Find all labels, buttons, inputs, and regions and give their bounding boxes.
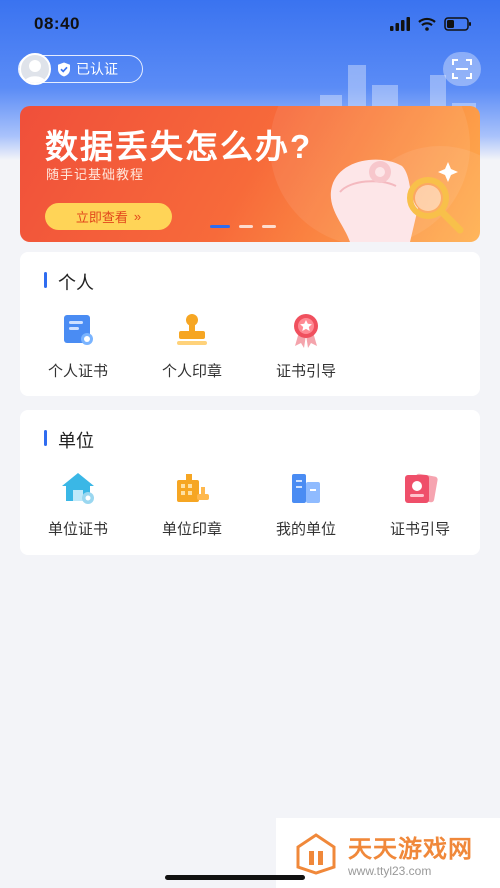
watermark-title: 天天游戏网 xyxy=(348,835,473,863)
status-icons xyxy=(390,17,472,31)
grid-item-label: 单位证书 xyxy=(47,521,108,538)
watermark-house-icon xyxy=(296,833,336,875)
section-title-organization: 单位 xyxy=(44,427,94,453)
house-certificate-icon xyxy=(58,468,98,508)
stamp-icon xyxy=(172,310,212,350)
organization-section: 单位 单位证书 单位印章 我的单位 证书引导 xyxy=(20,410,480,555)
scan-icon xyxy=(452,59,472,79)
buildings-icon xyxy=(286,468,326,508)
scan-button[interactable] xyxy=(443,52,481,86)
carousel-dot[interactable] xyxy=(210,225,230,228)
banner-cta-label: 立即查看 xyxy=(75,210,128,225)
banner-cta-button[interactable]: 立即查看 » xyxy=(45,203,172,230)
user-verified-pill[interactable]: 已认证 xyxy=(18,53,143,85)
grid-item-my-organization[interactable]: 我的单位 xyxy=(256,468,356,539)
carousel-dot[interactable] xyxy=(262,225,276,228)
status-bar: 08:40 xyxy=(0,0,500,48)
watermark-url: www.ttyl23.com xyxy=(348,863,432,878)
home-indicator[interactable] xyxy=(165,875,305,880)
carousel-dot[interactable] xyxy=(239,225,253,228)
signal-icon xyxy=(390,17,410,31)
user-avatar-icon xyxy=(24,60,46,83)
banner-title: 数据丢失怎么办? xyxy=(45,128,313,165)
grid-item-label: 个人印章 xyxy=(161,363,222,380)
verified-shield-icon xyxy=(58,62,70,76)
grid-item-org-guide[interactable]: 证书引导 xyxy=(370,468,470,539)
grid-item-personal-stamp[interactable]: 个人印章 xyxy=(142,310,242,381)
status-time: 08:40 xyxy=(34,14,80,33)
grid-item-label: 个人证书 xyxy=(47,363,108,380)
grid-item-org-certificate[interactable]: 单位证书 xyxy=(28,468,128,539)
battery-icon xyxy=(444,17,471,31)
verified-label: 已认证 xyxy=(76,61,118,77)
double-chevron-right-icon: » xyxy=(133,209,142,224)
section-title-personal: 个人 xyxy=(44,269,94,295)
personal-section: 个人 个人证书 个人印章 证书引导 xyxy=(20,252,480,396)
award-icon xyxy=(286,310,326,350)
guide-card-icon xyxy=(400,468,440,508)
grid-item-personal-guide[interactable]: 证书引导 xyxy=(256,310,356,381)
lost-document-magnifier-illustration xyxy=(330,159,464,242)
certificate-icon xyxy=(58,310,98,350)
carousel-indicator[interactable] xyxy=(210,225,276,228)
grid-item-label: 证书引导 xyxy=(389,521,450,538)
grid-item-org-stamp[interactable]: 单位印章 xyxy=(142,468,242,539)
grid-item-label: 单位印章 xyxy=(161,521,222,538)
avatar[interactable] xyxy=(19,53,51,85)
grid-item-personal-certificate[interactable]: 个人证书 xyxy=(28,310,128,381)
banner-subtitle: 随手记基础教程 xyxy=(46,167,145,182)
grid-item-label: 我的单位 xyxy=(275,521,336,538)
grid-item-label: 证书引导 xyxy=(275,363,336,380)
promo-banner[interactable]: 数据丢失怎么办? 随手记基础教程 立即查看 » xyxy=(20,106,480,242)
org-stamp-icon xyxy=(172,468,212,508)
wifi-icon xyxy=(418,17,436,31)
watermark-logo: 天天游戏网 www.ttyl23.com xyxy=(276,818,500,888)
